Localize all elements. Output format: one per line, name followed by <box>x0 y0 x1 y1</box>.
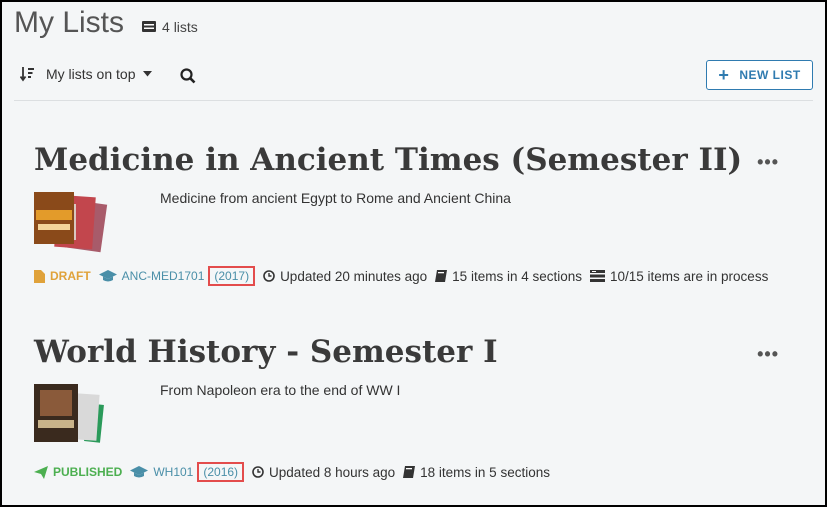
course-year-highlight: (2016) <box>197 462 245 482</box>
process-info: 10/15 items are in process <box>589 268 769 284</box>
course-code[interactable]: ANC-MED1701 <box>122 269 205 283</box>
status-label: DRAFT <box>50 269 91 283</box>
new-list-label: NEW LIST <box>739 68 801 82</box>
updated-label: Updated 20 minutes ago <box>280 268 428 284</box>
items-label: 15 items in 4 sections <box>452 268 582 284</box>
items-info: 15 items in 4 sections <box>435 269 582 284</box>
sort-dropdown[interactable]: My lists on top <box>20 66 153 82</box>
list-title[interactable]: World History - Semester I <box>34 334 793 370</box>
list-title[interactable]: Medicine in Ancient Times (Semester II) <box>34 142 793 178</box>
clock-icon <box>252 466 264 478</box>
list-cover-thumbnail <box>34 192 108 253</box>
list-description: From Napoleon era to the end of WW I <box>160 382 401 398</box>
updated-label: Updated 8 hours ago <box>269 464 396 480</box>
status-badge: DRAFT <box>34 269 91 283</box>
status-badge: PUBLISHED <box>34 465 122 479</box>
page-title: My Lists <box>14 6 125 39</box>
list-card[interactable]: Medicine in Ancient Times (Semester II) … <box>34 142 793 286</box>
graduation-cap-icon <box>98 269 117 281</box>
chevron-down-icon <box>143 71 153 77</box>
plus-icon: + <box>718 64 730 85</box>
list-count-label: 4 lists <box>162 18 198 35</box>
graduation-cap-icon <box>130 465 149 477</box>
page-header: My Lists 4 lists <box>14 6 198 40</box>
items-info: 18 items in 5 sections <box>403 465 550 480</box>
list-cover-thumbnail <box>34 384 104 443</box>
list-icon <box>142 21 157 32</box>
course-year-highlight: (2017) <box>208 266 256 286</box>
list-meta: DRAFT ANC-MED1701 (2017) Updated 20 minu… <box>34 266 776 286</box>
search-icon <box>180 68 196 84</box>
course-code[interactable]: WH101 <box>153 465 193 479</box>
list-card[interactable]: World History - Semester I ••• From Napo… <box>34 334 793 482</box>
updated-info: Updated 8 hours ago <box>252 465 395 480</box>
toolbar: My lists on top + NEW LIST <box>14 58 813 101</box>
status-label: PUBLISHED <box>53 465 123 479</box>
more-options-icon[interactable]: ••• <box>757 152 779 173</box>
clock-icon <box>263 270 275 282</box>
items-label: 18 items in 5 sections <box>420 464 550 480</box>
search-button[interactable] <box>180 68 196 89</box>
sort-icon <box>20 67 34 82</box>
book-icon <box>403 466 416 478</box>
course-info: ANC-MED1701 <box>98 269 205 283</box>
list-meta: PUBLISHED WH101 (2016) Updated 8 hours a… <box>34 462 558 482</box>
more-options-icon[interactable]: ••• <box>757 344 779 365</box>
book-icon <box>435 270 448 282</box>
new-list-button[interactable]: + NEW LIST <box>706 60 813 90</box>
course-year: (2016) <box>197 462 245 482</box>
course-info: WH101 <box>130 465 193 479</box>
sort-label: My lists on top <box>46 66 136 82</box>
course-year: (2017) <box>208 266 256 286</box>
process-label: 10/15 items are in process <box>609 268 769 284</box>
list-count: 4 lists <box>142 19 198 35</box>
updated-info: Updated 20 minutes ago <box>263 269 427 284</box>
list-description: Medicine from ancient Egypt to Rome and … <box>160 190 511 206</box>
paper-plane-icon <box>34 465 48 479</box>
document-icon <box>34 269 45 283</box>
tasks-icon <box>589 270 605 282</box>
